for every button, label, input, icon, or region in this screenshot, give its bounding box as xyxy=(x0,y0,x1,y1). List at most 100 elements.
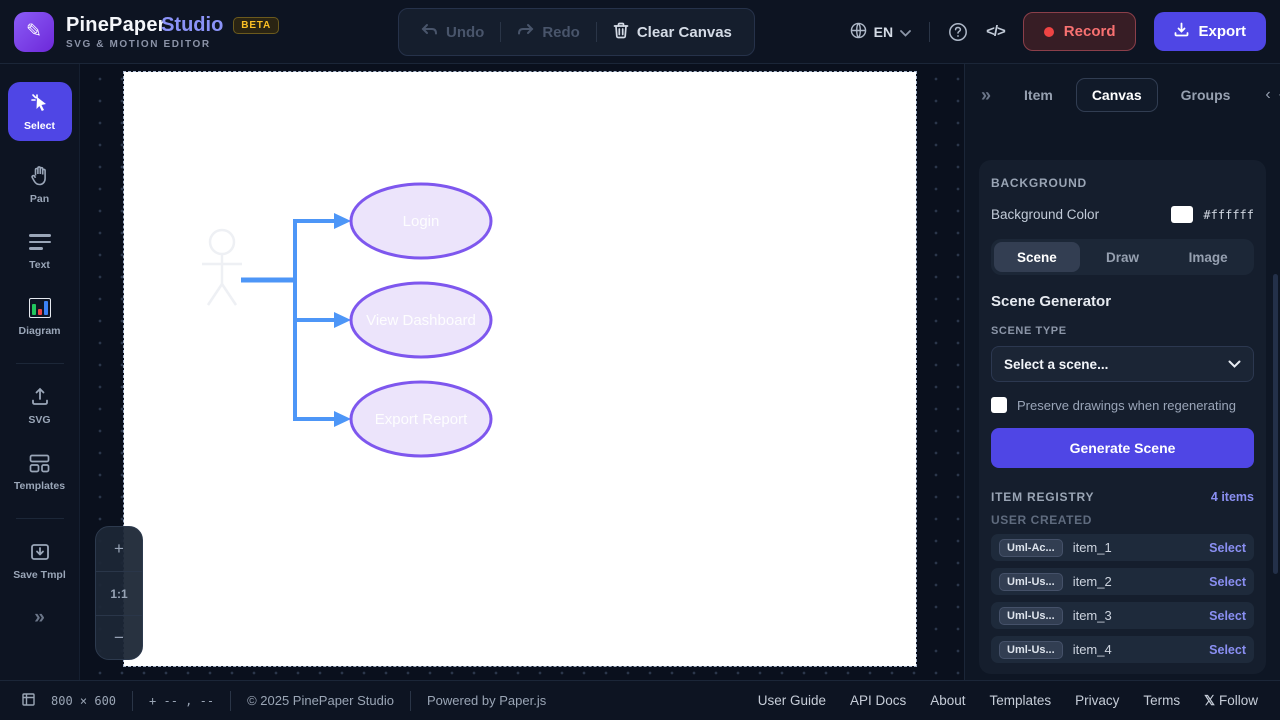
scene-type-label: SCENE TYPE xyxy=(991,325,1067,337)
arrowheads xyxy=(334,213,351,427)
tool-select[interactable]: Select xyxy=(7,82,72,141)
mode-tab-scene[interactable]: Scene xyxy=(994,242,1080,272)
select-item-link[interactable]: Select xyxy=(1209,575,1246,589)
registry-row-item-2: Uml-Us... item_2 Select xyxy=(991,568,1254,595)
chevron-left-icon[interactable]: ‹ xyxy=(1265,86,1270,104)
follow-label: Follow xyxy=(1218,692,1258,708)
item-name: item_3 xyxy=(1072,608,1112,623)
tab-groups[interactable]: Groups xyxy=(1166,79,1246,111)
zoom-in-button[interactable]: + xyxy=(96,527,142,571)
clear-canvas-label: Clear Canvas xyxy=(636,23,732,41)
zoom-out-button[interactable]: − xyxy=(96,615,142,659)
undo-icon xyxy=(421,23,438,42)
item-registry-header: ITEM REGISTRY 4 items xyxy=(991,490,1254,504)
background-color-swatch[interactable] xyxy=(1171,206,1194,223)
sidebar-divider xyxy=(15,363,64,364)
brand: ✎ PinePaper Studio BETA SVG & MOTION EDI… xyxy=(14,11,279,52)
app-root: ✎ PinePaper Studio BETA SVG & MOTION EDI… xyxy=(0,0,1280,720)
connector-lines xyxy=(241,219,336,421)
scene-type-select[interactable]: Select a scene... xyxy=(991,346,1254,382)
cursor-coordinates: + -- , -- xyxy=(149,693,215,708)
download-icon xyxy=(1174,22,1189,41)
select-item-link[interactable]: Select xyxy=(1209,541,1246,555)
background-color-label: Background Color xyxy=(991,207,1100,222)
preserve-drawings-checkbox[interactable] xyxy=(991,397,1007,413)
generate-scene-button[interactable]: Generate Scene xyxy=(991,428,1254,468)
layout-grid-icon xyxy=(29,452,50,474)
export-button[interactable]: Export xyxy=(1154,12,1266,51)
select-item-link[interactable]: Select xyxy=(1209,643,1246,657)
mode-tab-draw[interactable]: Draw xyxy=(1080,242,1166,272)
hand-icon xyxy=(29,165,50,187)
status-left: 800 × 600 + -- , -- © 2025 PinePaper Stu… xyxy=(22,690,546,711)
item-type-badge: Uml-Us... xyxy=(999,606,1063,625)
record-dot-icon xyxy=(1043,26,1054,37)
select-item-link[interactable]: Select xyxy=(1209,609,1246,623)
cursor-icon xyxy=(29,92,51,114)
tool-save-template-label: Save Tmpl xyxy=(13,569,66,581)
canvas-size-readout: 800 × 600 xyxy=(51,693,117,708)
topbar-right-controls: EN </> Record Export xyxy=(850,12,1266,51)
save-download-icon xyxy=(30,541,50,563)
tool-save-template[interactable]: Save Tmpl xyxy=(8,541,72,581)
status-divider xyxy=(230,690,232,711)
item-type-badge: Uml-Us... xyxy=(999,640,1063,659)
zoom-reset-button[interactable]: 1:1 xyxy=(96,571,142,615)
clear-canvas-button[interactable]: Clear Canvas xyxy=(601,14,744,51)
tool-pan[interactable]: Pan xyxy=(8,165,72,205)
link-about[interactable]: About xyxy=(930,693,965,708)
frame-icon xyxy=(22,692,35,709)
item-name: item_4 xyxy=(1072,642,1112,657)
code-icon: </> xyxy=(986,23,1006,40)
status-divider xyxy=(409,690,411,711)
use-case-label-view-dashboard: View Dashboard xyxy=(366,312,476,329)
sidebar-expand-button[interactable]: » xyxy=(34,607,45,629)
language-selector[interactable]: EN xyxy=(850,22,912,42)
tab-item[interactable]: Item xyxy=(1009,79,1068,111)
export-label: Export xyxy=(1198,23,1246,40)
code-button[interactable]: </> xyxy=(986,23,1006,40)
tool-text[interactable]: Text xyxy=(8,231,72,271)
panel-tab-bar: » Item Canvas Groups ‹ - xyxy=(965,64,1280,126)
sidebar-divider xyxy=(15,518,64,519)
link-templates[interactable]: Templates xyxy=(990,693,1052,708)
x-logo-icon: 𝕏 xyxy=(1204,692,1215,708)
item-name: item_2 xyxy=(1072,574,1112,589)
tool-templates[interactable]: Templates xyxy=(8,452,72,492)
app-subtitle: SVG & MOTION EDITOR xyxy=(66,38,211,50)
tool-diagram[interactable]: Diagram xyxy=(8,297,72,337)
scene-type-select-value: Select a scene... xyxy=(1004,356,1109,372)
globe-icon xyxy=(850,22,867,42)
record-label: Record xyxy=(1063,23,1116,40)
background-mode-tabs: Scene Draw Image xyxy=(991,239,1254,275)
topbar-divider xyxy=(929,21,931,42)
artboard[interactable]: Login View Dashboard Export Report xyxy=(123,71,917,667)
mode-tab-image[interactable]: Image xyxy=(1165,242,1251,272)
undo-button[interactable]: Undo xyxy=(409,15,496,50)
link-privacy[interactable]: Privacy xyxy=(1075,693,1119,708)
background-color-row: Background Color #ffffff xyxy=(991,206,1254,223)
tab-canvas[interactable]: Canvas xyxy=(1075,78,1158,112)
chevron-down-icon xyxy=(1228,355,1241,373)
link-terms[interactable]: Terms xyxy=(1143,693,1180,708)
registry-row-item-3: Uml-Us... item_3 Select xyxy=(991,602,1254,629)
upload-icon xyxy=(30,386,50,408)
tool-text-label: Text xyxy=(29,259,50,271)
chevron-down-icon xyxy=(900,24,912,40)
redo-button[interactable]: Redo xyxy=(505,15,592,50)
status-divider xyxy=(132,690,134,711)
panel-scrollbar[interactable] xyxy=(1273,274,1278,574)
canvas-area[interactable]: Login View Dashboard Export Report + 1:1… xyxy=(80,64,964,680)
link-api-docs[interactable]: API Docs xyxy=(850,693,906,708)
registry-row-item-4: Uml-Us... item_4 Select xyxy=(991,636,1254,663)
preserve-drawings-label: Preserve drawings when regenerating xyxy=(1017,397,1236,413)
link-user-guide[interactable]: User Guide xyxy=(758,693,826,708)
tool-svg[interactable]: SVG xyxy=(8,386,72,426)
link-follow[interactable]: 𝕏 Follow xyxy=(1204,693,1258,709)
record-button[interactable]: Record xyxy=(1022,12,1137,51)
actor-stick-figure[interactable] xyxy=(202,228,242,306)
help-button[interactable] xyxy=(948,22,968,42)
item-registry-count: 4 items xyxy=(1210,490,1254,504)
panel-collapse-button[interactable]: » xyxy=(981,85,991,106)
background-color-value: #ffffff xyxy=(1203,207,1254,222)
